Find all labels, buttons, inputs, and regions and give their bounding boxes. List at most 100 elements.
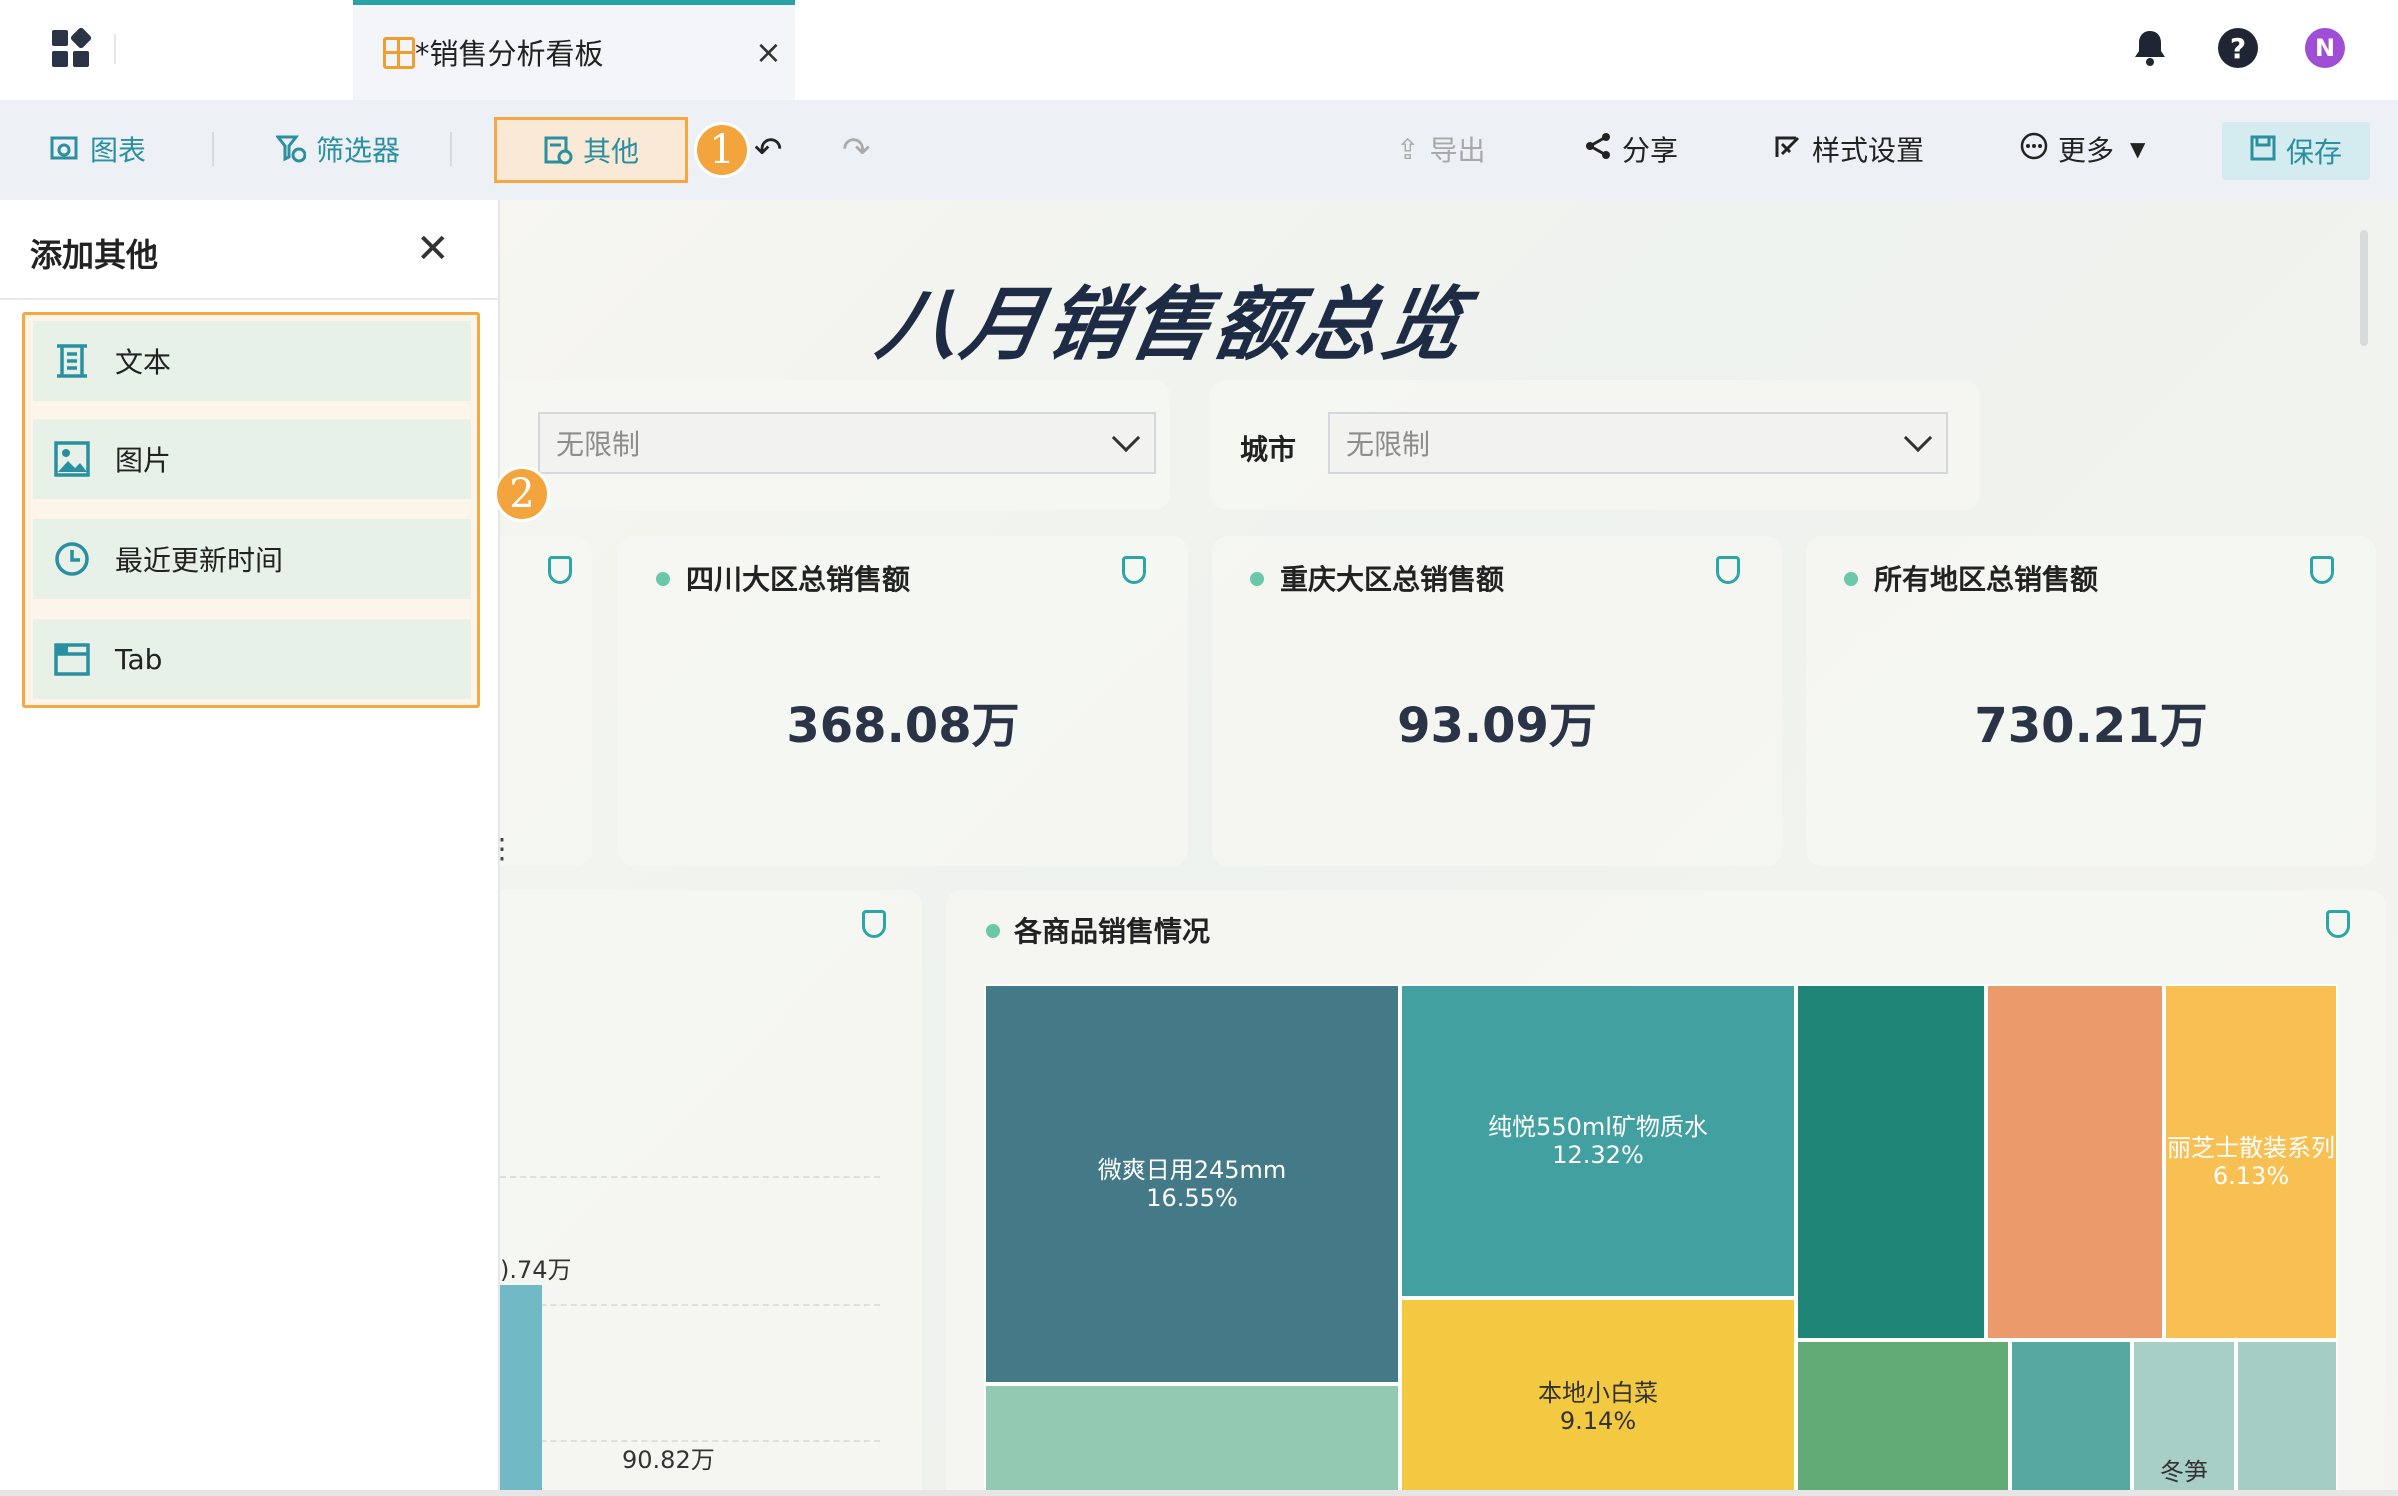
- chart-add-icon: [50, 134, 80, 164]
- text-frame-icon: [53, 342, 91, 380]
- shield-icon[interactable]: [1122, 556, 1146, 584]
- kpi-title: 重庆大区总销售额: [1280, 563, 1505, 596]
- other-button-label: 其他: [582, 135, 639, 168]
- region-select[interactable]: 无限制: [538, 412, 1156, 474]
- component-label: 图片: [115, 444, 172, 477]
- treemap-cell[interactable]: [2236, 1340, 2338, 1496]
- toolbar-divider: [212, 132, 214, 166]
- left-chart-card[interactable]: [500, 890, 922, 1496]
- bar-data-label: ).74万: [500, 1256, 572, 1284]
- canvas-scrollbar[interactable]: [2360, 230, 2368, 346]
- chart-bar[interactable]: [500, 1285, 542, 1496]
- treemap-cell[interactable]: [984, 1384, 1400, 1496]
- more-label: 更多: [2058, 134, 2115, 167]
- save-label: 保存: [2285, 136, 2342, 169]
- treemap-cell[interactable]: 冬笋2.58%: [2132, 1340, 2236, 1496]
- treemap-cell[interactable]: 本地小白菜 9.14%: [1400, 1298, 1796, 1496]
- kpi-value: 730.21万: [1974, 698, 2208, 754]
- redo-icon[interactable]: ↷: [842, 130, 871, 170]
- kpi-card-sichuan[interactable]: 四川大区总销售额 368.08万: [618, 536, 1188, 866]
- kpi-title: 四川大区总销售额: [686, 563, 911, 596]
- share-button[interactable]: 分享: [1584, 124, 1678, 174]
- other-add-icon: [543, 135, 573, 165]
- step-badge-2: 2: [494, 466, 550, 522]
- status-dot: [656, 572, 670, 586]
- more-circle-icon: [2020, 132, 2048, 167]
- treemap-cell[interactable]: [1796, 1340, 2010, 1496]
- step-badge-1: 1: [694, 122, 750, 178]
- component-item-text[interactable]: 文本: [33, 321, 471, 401]
- kpi-card-all-regions[interactable]: 所有地区总销售额 730.21万: [1806, 536, 2376, 866]
- tab-window-icon: [53, 640, 91, 678]
- shield-icon[interactable]: [1716, 556, 1740, 584]
- treemap-cell-share: 16.55%: [1146, 1184, 1238, 1212]
- more-button[interactable]: 更多 ▼: [2020, 124, 2145, 174]
- grid-line: [500, 1176, 880, 1178]
- drag-handle-icon[interactable]: ⋮: [488, 832, 516, 865]
- toolbar-divider: [450, 132, 452, 166]
- status-dot: [1844, 572, 1858, 586]
- city-filter-label: 城市: [1240, 433, 1297, 466]
- kpi-card-partial[interactable]: [500, 536, 592, 866]
- treemap-cell-label: 丽芝士散装系列: [2167, 1134, 2335, 1162]
- treemap-cell-label: 冬笋: [2160, 1458, 2208, 1486]
- bell-icon[interactable]: [2130, 28, 2170, 68]
- treemap-cell-share: 9.14%: [1559, 1407, 1637, 1435]
- treemap-cell[interactable]: 纯悦550ml矿物质水 12.32%: [1400, 984, 1796, 1298]
- city-select[interactable]: 无限制: [1328, 412, 1948, 474]
- add-other-panel: 添加其他 ✕ 文本 图片 最近更新时间 Tab: [0, 200, 500, 1496]
- style-icon: [1774, 132, 1802, 167]
- dashboard-canvas[interactable]: 八月销售额总览 无限制 城市 无限制 四川大区总销售额 368.08万 重庆大区…: [500, 200, 2398, 1496]
- component-label: 最近更新时间: [115, 544, 284, 577]
- clock-icon: [53, 540, 91, 578]
- export-button[interactable]: ⇪ 导出: [1396, 124, 1485, 174]
- dashboard-title: 八月销售额总览: [870, 278, 1476, 371]
- treemap-chart[interactable]: 微爽日用245mm 16.55% 纯悦550ml矿物质水 12.32% 本地小白菜 9.1…: [984, 984, 2338, 1496]
- treemap-cell[interactable]: [2010, 1340, 2132, 1496]
- treemap-cell-label: 本地小白菜: [1538, 1379, 1658, 1407]
- tab-sales-dashboard[interactable]: *销售分析看板 ×: [353, 0, 795, 100]
- treemap-cell[interactable]: [1986, 984, 2164, 1340]
- filter-add-icon: [274, 134, 307, 164]
- filter-button[interactable]: 筛选器: [274, 124, 400, 174]
- component-list: 文本 图片 最近更新时间 Tab: [22, 312, 480, 708]
- shield-icon[interactable]: [2310, 556, 2334, 584]
- help-icon[interactable]: ?: [2218, 28, 2258, 68]
- top-bar: *销售分析看板 × ? N: [0, 0, 2398, 100]
- style-label: 样式设置: [1812, 134, 1925, 167]
- treemap-cell[interactable]: 微爽日用245mm 16.55%: [984, 984, 1400, 1384]
- save-icon: [2250, 135, 2276, 168]
- save-button[interactable]: 保存: [2222, 122, 2370, 180]
- component-item-tab[interactable]: Tab: [33, 619, 471, 699]
- component-item-last-updated[interactable]: 最近更新时间: [33, 519, 471, 599]
- undo-icon[interactable]: ↶: [754, 130, 783, 170]
- chart-button[interactable]: 图表: [50, 124, 146, 174]
- status-dot: [986, 924, 1000, 938]
- treemap-cell-label: 纯悦550ml矿物质水: [1488, 1113, 1708, 1141]
- component-label: Tab: [115, 642, 163, 676]
- other-button[interactable]: 其他: [494, 117, 688, 183]
- chevron-down-icon: [1111, 423, 1141, 453]
- export-label: 导出: [1429, 134, 1486, 167]
- kpi-card-chongqing[interactable]: 重庆大区总销售额 93.09万: [1212, 536, 1782, 866]
- treemap-cell[interactable]: [1796, 984, 1986, 1340]
- shield-icon[interactable]: [2326, 910, 2350, 938]
- apps-grid-icon[interactable]: [52, 26, 93, 70]
- shield-icon[interactable]: [862, 910, 886, 938]
- close-icon[interactable]: ✕: [416, 226, 450, 272]
- treemap-cell[interactable]: 丽芝士散装系列 6.13%: [2164, 984, 2338, 1340]
- image-icon: [53, 440, 91, 478]
- tab-close-icon[interactable]: ×: [755, 33, 782, 71]
- kpi-value: 93.09万: [1397, 698, 1597, 754]
- kpi-title: 所有地区总销售额: [1874, 563, 2099, 596]
- component-item-image[interactable]: 图片: [33, 419, 471, 499]
- share-label: 分享: [1622, 134, 1679, 167]
- shield-icon[interactable]: [548, 556, 572, 584]
- region-select-value: 无限制: [556, 428, 641, 461]
- top-divider: [114, 34, 116, 64]
- avatar[interactable]: N: [2305, 28, 2345, 68]
- dashboard-icon: [383, 37, 415, 69]
- treemap-title: 各商品销售情况: [1014, 915, 1211, 948]
- chart-button-label: 图表: [90, 134, 147, 167]
- style-settings-button[interactable]: 样式设置: [1774, 124, 1924, 174]
